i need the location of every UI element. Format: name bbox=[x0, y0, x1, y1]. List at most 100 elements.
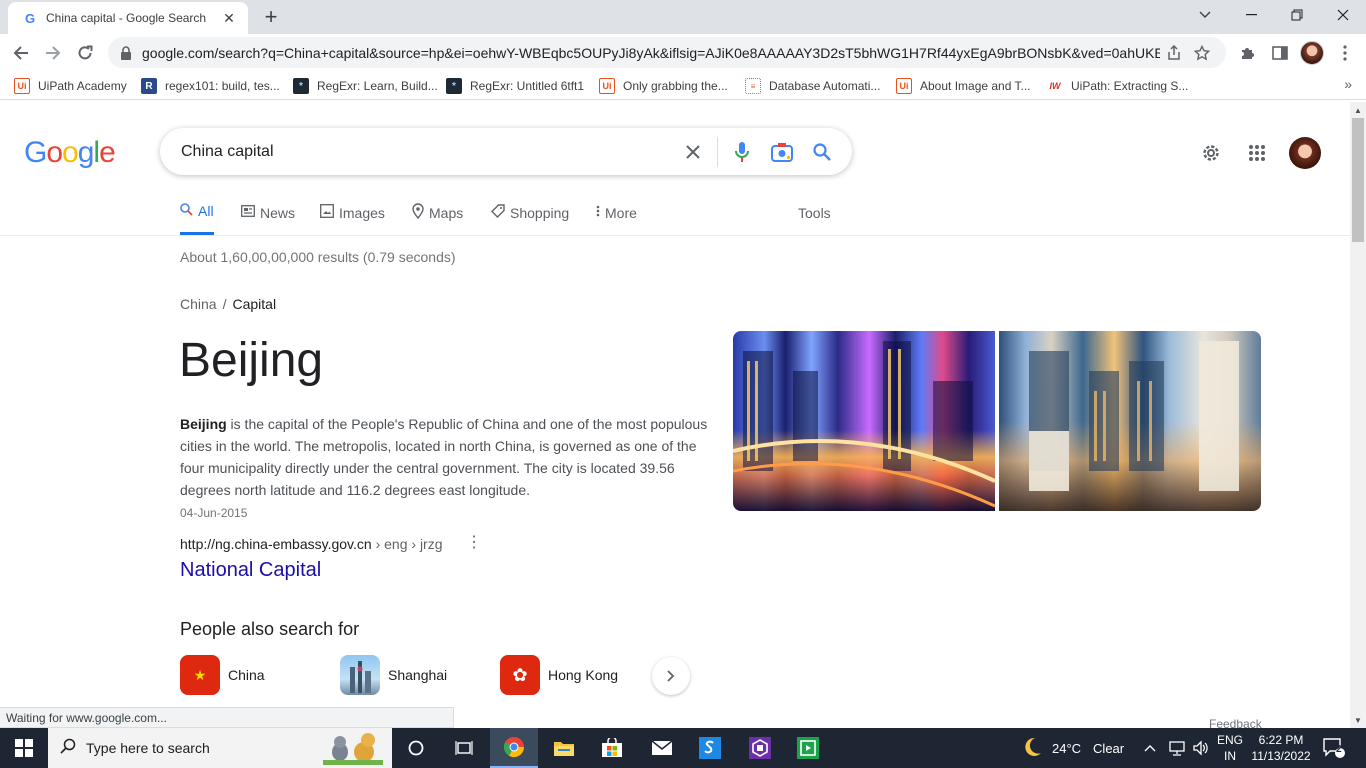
scroll-down-arrow-icon[interactable]: ▼ bbox=[1350, 712, 1366, 728]
search-input[interactable] bbox=[181, 142, 673, 161]
tab-maps[interactable]: Maps bbox=[412, 190, 463, 235]
breadcrumb: China / Capital bbox=[180, 296, 276, 312]
tab-more[interactable]: More bbox=[596, 190, 637, 235]
related-search-shanghai[interactable]: Shanghai bbox=[340, 655, 447, 695]
uipath-icon: Ui bbox=[896, 78, 912, 94]
beijing-cbd-skyline-image[interactable] bbox=[999, 331, 1261, 511]
bookmark-item[interactable]: Rregex101: build, tes... bbox=[141, 76, 280, 96]
weather-description: Clear bbox=[1093, 740, 1125, 756]
volume-icon[interactable] bbox=[1192, 728, 1210, 768]
description-text: is the capital of the People's Republic … bbox=[180, 416, 708, 498]
tab-shopping[interactable]: Shopping bbox=[491, 190, 569, 235]
address-bar[interactable]: google.com/search?q=China+capital&source… bbox=[108, 37, 1226, 68]
bookmark-item[interactable]: Ui UiPath Academy bbox=[14, 76, 127, 96]
tab-search-chevron-icon[interactable] bbox=[1182, 0, 1228, 30]
clock-time: 6:22 PM bbox=[1258, 733, 1304, 747]
bookmark-item[interactable]: * RegExr: Untitled 6tft1 bbox=[446, 76, 584, 96]
browser-tab-active[interactable]: G China capital - Google Search ✕ bbox=[8, 2, 248, 34]
url-text: google.com/search?q=China+capital&source… bbox=[142, 44, 1160, 61]
google-favicon-icon: G bbox=[24, 10, 36, 26]
task-view-icon[interactable] bbox=[440, 728, 488, 768]
taskbar-search-box[interactable]: Type here to search bbox=[48, 728, 392, 768]
chrome-profile-avatar[interactable] bbox=[1300, 41, 1324, 65]
weather-widget[interactable]: 24°C Clear bbox=[1020, 728, 1124, 768]
language-indicator[interactable]: ENG IN bbox=[1216, 732, 1244, 764]
result-options-icon[interactable]: ⋮ bbox=[466, 534, 482, 552]
more-vertical-icon bbox=[596, 205, 600, 220]
file-explorer-icon[interactable] bbox=[540, 728, 588, 768]
tab-close-icon[interactable]: ✕ bbox=[220, 10, 238, 27]
google-account-avatar[interactable] bbox=[1289, 137, 1321, 169]
google-apps-grid-icon[interactable] bbox=[1244, 140, 1270, 166]
breadcrumb-current: Capital bbox=[232, 296, 277, 312]
tab-news[interactable]: News bbox=[241, 190, 295, 235]
scrollbar-thumb[interactable] bbox=[1352, 118, 1364, 242]
tab-strip: G China capital - Google Search ✕ + bbox=[0, 0, 1366, 34]
source-title-link[interactable]: National Capital bbox=[180, 559, 321, 582]
search-icon[interactable] bbox=[802, 132, 842, 172]
carousel-next-chevron-icon[interactable] bbox=[652, 657, 690, 695]
database-icon: ≡ bbox=[745, 78, 761, 94]
uipath-assistant-icon[interactable] bbox=[736, 728, 784, 768]
description-bold: Beijing bbox=[180, 416, 227, 432]
bookmark-star-icon[interactable] bbox=[1188, 43, 1216, 63]
breadcrumb-parent[interactable]: China bbox=[180, 296, 217, 312]
network-icon[interactable] bbox=[1168, 728, 1186, 768]
clock-date: 11/13/2022 bbox=[1251, 749, 1311, 763]
search-box bbox=[160, 128, 852, 175]
share-icon[interactable] bbox=[1160, 43, 1188, 63]
windows-start-icon[interactable] bbox=[0, 728, 48, 768]
cortana-circle-icon[interactable] bbox=[392, 728, 440, 768]
windows-taskbar: Type here to search 24°C Clear ENG IN 6:… bbox=[0, 728, 1366, 768]
clear-search-icon[interactable] bbox=[673, 132, 713, 172]
lens-camera-icon[interactable] bbox=[762, 132, 802, 172]
new-tab-button[interactable]: + bbox=[258, 4, 284, 30]
mail-icon[interactable] bbox=[638, 728, 686, 768]
scroll-up-arrow-icon[interactable]: ▲ bbox=[1350, 102, 1366, 118]
system-clock[interactable]: 6:22 PM 11/13/2022 bbox=[1250, 732, 1312, 764]
tab-images[interactable]: Images bbox=[320, 190, 385, 235]
notification-count: 2 bbox=[1336, 744, 1342, 755]
microphone-icon[interactable] bbox=[722, 132, 762, 172]
tab-all[interactable]: All bbox=[180, 190, 214, 235]
settings-gear-icon[interactable] bbox=[1198, 140, 1224, 166]
bookmark-item[interactable]: IW UiPath: Extracting S... bbox=[1047, 76, 1189, 96]
tools-button[interactable]: Tools bbox=[798, 190, 831, 235]
restore-button[interactable] bbox=[1274, 0, 1320, 30]
search-tabs: All News Images Maps Shopping More Tools bbox=[0, 190, 1350, 236]
show-hidden-icons-chevron-icon[interactable] bbox=[1144, 728, 1156, 768]
bookmarks-bar: Ui UiPath Academy Rregex101: build, tes..… bbox=[0, 72, 1366, 100]
lock-icon[interactable] bbox=[120, 45, 134, 60]
china-flag-icon: ★ bbox=[180, 655, 220, 695]
microsoft-store-icon[interactable] bbox=[588, 728, 636, 768]
browser-toolbar: google.com/search?q=China+capital&source… bbox=[0, 34, 1366, 72]
extensions-puzzle-icon[interactable] bbox=[1235, 40, 1261, 66]
bookmark-item[interactable]: Ui About Image and T... bbox=[896, 76, 1031, 96]
search-highlight-animals-icon bbox=[318, 730, 388, 768]
related-search-hong-kong[interactable]: ✿ Hong Kong bbox=[500, 655, 618, 695]
beijing-night-skyline-image[interactable] bbox=[733, 331, 995, 511]
uipath-robot-icon[interactable] bbox=[784, 728, 832, 768]
bookmark-item[interactable]: ≡ Database Automati... bbox=[745, 76, 880, 96]
back-icon[interactable] bbox=[6, 38, 36, 68]
reload-icon[interactable] bbox=[70, 38, 100, 68]
related-search-china[interactable]: ★ China bbox=[180, 655, 265, 695]
divider bbox=[717, 136, 718, 167]
chrome-menu-icon[interactable] bbox=[1332, 40, 1358, 66]
weather-temperature: 24°C bbox=[1052, 740, 1082, 756]
source-url[interactable]: http://ng.china-embassy.gov.cn › eng › j… bbox=[180, 536, 443, 552]
shanghai-skyline-icon bbox=[340, 655, 380, 695]
notification-center-icon[interactable]: 2 bbox=[1322, 728, 1346, 768]
uipath-icon: Ui bbox=[14, 78, 30, 94]
side-panel-icon[interactable] bbox=[1267, 40, 1293, 66]
close-window-button[interactable] bbox=[1320, 0, 1366, 30]
bookmarks-overflow-icon[interactable]: » bbox=[1344, 76, 1352, 92]
bookmark-item[interactable]: * RegExr: Learn, Build... bbox=[293, 76, 438, 96]
uipath-studio-icon[interactable] bbox=[686, 728, 734, 768]
minimize-button[interactable] bbox=[1228, 0, 1274, 30]
bookmark-item[interactable]: Ui Only grabbing the... bbox=[599, 76, 728, 96]
status-bubble: Waiting for www.google.com... bbox=[0, 707, 454, 728]
chrome-taskbar-icon[interactable] bbox=[490, 728, 538, 768]
forward-icon[interactable] bbox=[38, 38, 68, 68]
google-logo[interactable]: Google bbox=[24, 136, 116, 170]
